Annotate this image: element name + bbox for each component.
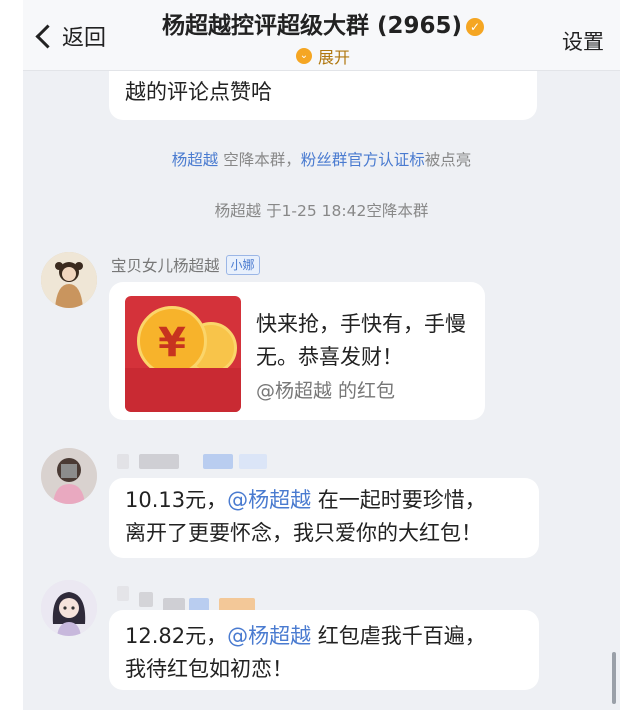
amount-text: 12.82元，: [125, 624, 228, 648]
red-packet-text: 快来抢，手快有，手慢无。恭喜发财！: [256, 312, 466, 369]
blurred-sender-name: [117, 454, 129, 469]
verified-badge-icon: ✓: [466, 18, 485, 36]
message-line: 10.13元，@杨超越 在一起时要珍惜，: [125, 484, 539, 517]
message-text: 在一起时要珍惜，: [311, 488, 486, 512]
red-envelope-icon: ¥: [125, 296, 241, 412]
avatar[interactable]: [41, 580, 97, 636]
message-line: 离开了更要怀念，我只爱你的大红包！: [125, 521, 482, 545]
back-button[interactable]: 返回: [35, 18, 107, 54]
sender-tag: 小娜: [225, 255, 260, 275]
avatar[interactable]: [41, 252, 97, 308]
mention-link[interactable]: @杨超越: [227, 624, 311, 648]
notice-text: 空降本群，: [218, 151, 301, 169]
system-notice-badge: 杨超越 空降本群，粉丝群官方认证标被点亮: [23, 148, 620, 170]
expand-button[interactable]: ⌄ 展开: [133, 44, 513, 68]
settings-button[interactable]: 设置: [562, 26, 604, 56]
chevron-left-icon: [35, 23, 60, 49]
sender-row: 宝贝女儿杨超越 小娜: [111, 254, 260, 276]
avatar[interactable]: [41, 448, 97, 504]
yuan-coin-icon: ¥: [137, 306, 207, 376]
message-line: 12.82元，@杨超越 红包虐我千百遍，: [125, 620, 539, 653]
back-label: 返回: [62, 26, 107, 51]
amount-text: 10.13元，: [125, 488, 228, 512]
notice-text: 被点亮: [424, 151, 472, 169]
group-title: 杨超越控评超级大群 (2965): [161, 13, 463, 39]
notice-name-link[interactable]: 杨超越: [172, 151, 219, 169]
expand-label: 展开: [317, 48, 350, 67]
chat-screen: 返回 杨超越控评超级大群 (2965) ✓ ⌄ 展开 设置 越的评论点赞哈 杨超越…: [23, 0, 620, 710]
red-packet-sub: @杨超越 的红包: [256, 380, 396, 402]
red-packet-bubble[interactable]: ¥ 快来抢，手快有，手慢无。恭喜发财！ @杨超越 的红包: [109, 282, 485, 420]
title-area: 杨超越控评超级大群 (2965) ✓ ⌄ 展开: [133, 6, 513, 68]
blurred-sender-name: [139, 454, 179, 469]
blurred-sender-name: [139, 592, 153, 607]
message-text: 红包虐我千百遍，: [311, 624, 486, 648]
chat-header: 返回 杨超越控评超级大群 (2965) ✓ ⌄ 展开 设置: [23, 0, 620, 71]
blurred-sender-name: [117, 586, 129, 601]
message-text: 越的评论点赞哈: [125, 80, 272, 104]
message-line: 我待红包如初恋！: [125, 657, 293, 681]
scrollbar[interactable]: [612, 652, 616, 704]
envelope-flap: [125, 368, 241, 412]
blurred-sender-tag: [239, 454, 267, 469]
avatar-photo-icon: [41, 448, 97, 504]
system-notice-join: 杨超越 于1-25 18:42空降本群: [214, 202, 429, 220]
message-bubble[interactable]: 10.13元，@杨超越 在一起时要珍惜， 离开了更要怀念，我只爱你的大红包！: [109, 478, 539, 558]
avatar-illustration-icon: [41, 252, 97, 308]
message-bubble[interactable]: 12.82元，@杨超越 红包虐我千百遍， 我待红包如初恋！: [109, 610, 539, 690]
chevron-down-icon: ⌄: [295, 48, 312, 64]
sender-name: 宝贝女儿杨超越: [111, 257, 220, 275]
blurred-sender-tag: [203, 454, 233, 469]
avatar-illustration-icon: [41, 580, 97, 636]
notice-badge-link[interactable]: 粉丝群官方认证标: [301, 151, 425, 169]
mention-link[interactable]: @杨超越: [227, 488, 311, 512]
